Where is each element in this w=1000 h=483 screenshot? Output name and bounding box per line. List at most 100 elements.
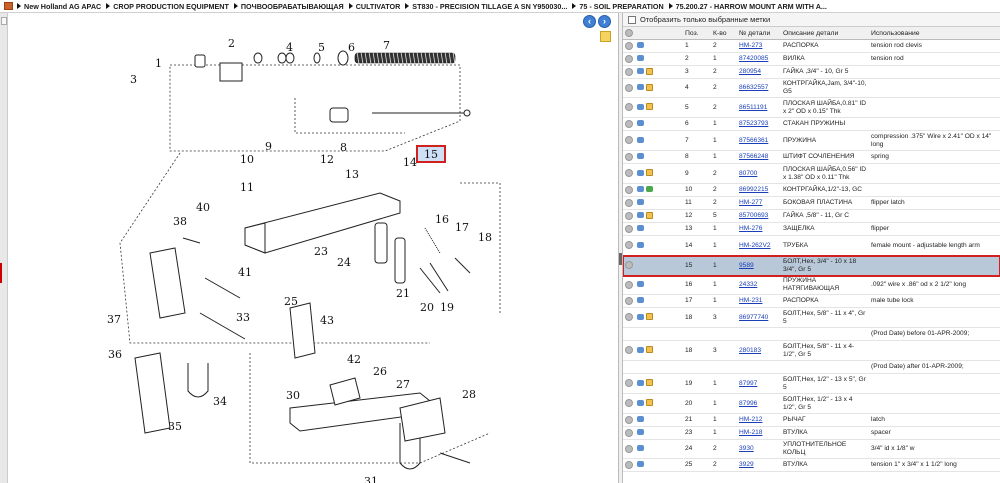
callout-label-1[interactable]: 1 xyxy=(155,57,162,70)
return-arrow-icon[interactable] xyxy=(637,136,644,143)
part-number-link[interactable]: 86992215 xyxy=(739,186,768,193)
callout-label-2[interactable]: 2 xyxy=(228,37,235,50)
select-circle-icon[interactable] xyxy=(625,415,633,424)
table-row[interactable]: 9 2 80700 ПЛОСКАЯ ШАЙБА,0.56" ID x 1.38" OD… xyxy=(623,163,1000,184)
row-select-cell[interactable] xyxy=(623,52,635,66)
package-icon[interactable] xyxy=(646,169,653,177)
column-header[interactable]: Поз. xyxy=(683,27,711,40)
part-number-link[interactable]: HM-262V2 xyxy=(739,242,771,249)
part-number-link[interactable]: HM-273 xyxy=(739,42,762,49)
select-circle-icon[interactable] xyxy=(625,198,633,207)
select-circle-icon[interactable] xyxy=(625,83,633,92)
part-number-link[interactable]: 87420085 xyxy=(739,55,768,62)
table-row[interactable]: 23 1 HM-218 ВТУЛКА spacer xyxy=(623,426,1000,440)
row-select-cell[interactable] xyxy=(623,39,635,53)
callout-label-9[interactable]: 9 xyxy=(265,140,272,153)
return-arrow-icon[interactable] xyxy=(637,169,644,176)
select-circle-icon[interactable] xyxy=(625,399,633,408)
select-circle-icon[interactable] xyxy=(625,185,633,194)
return-arrow-icon[interactable] xyxy=(637,379,644,386)
select-circle-icon[interactable] xyxy=(625,211,633,220)
table-row[interactable]: 11 2 HM-277 БОКОВАЯ ПЛАСТИНА flipper latch xyxy=(623,196,1000,210)
callout-label-25[interactable]: 25 xyxy=(284,295,298,308)
row-select-cell[interactable] xyxy=(623,78,635,98)
parts-diagram[interactable]: 1234 5 6 7891011121314161718192021232425262… xyxy=(0,13,618,483)
table-row[interactable]: 24 2 3930 УПЛОТНИТЕЛЬНОЕ КОЛЬЦ 3/4" id x 1/8… xyxy=(623,439,1000,459)
callout-label-26[interactable]: 26 xyxy=(373,365,387,378)
breadcrumb-item[interactable]: 75 - SOIL PREPARATION xyxy=(572,2,664,11)
part-number-link[interactable]: 9589 xyxy=(739,262,754,269)
select-circle-icon[interactable] xyxy=(625,103,633,112)
settings-icon[interactable] xyxy=(625,29,633,37)
callout-label-20[interactable]: 20 xyxy=(420,301,434,314)
return-arrow-icon[interactable] xyxy=(637,68,644,75)
table-row[interactable]: 13 1 HM-276 ЗАЩЕЛКА flipper xyxy=(623,222,1000,236)
return-arrow-icon[interactable] xyxy=(637,103,644,110)
part-number-link[interactable]: 280183 xyxy=(739,347,761,354)
table-row[interactable]: (Prod Date) before 01-APR-2009; xyxy=(623,327,1000,341)
callout-label-41[interactable]: 41 xyxy=(238,266,252,279)
part-number-link[interactable]: HM-218 xyxy=(739,429,762,436)
callout-label-6[interactable]: 6 xyxy=(348,41,355,54)
callout-label-11[interactable]: 11 xyxy=(240,181,254,194)
table-row[interactable]: 25 2 3929 ВТУЛКА tension 1" x 3/4" x 1 1/2" … xyxy=(623,458,1000,472)
callout-label-18[interactable]: 18 xyxy=(478,231,492,244)
return-arrow-icon[interactable] xyxy=(637,120,644,127)
row-select-cell[interactable] xyxy=(623,117,635,131)
select-circle-icon[interactable] xyxy=(625,280,633,289)
part-number-link[interactable]: 86977740 xyxy=(739,314,768,321)
row-select-cell[interactable] xyxy=(623,183,635,197)
select-circle-icon[interactable] xyxy=(625,379,633,388)
table-row[interactable]: (Prod Date) after 01-APR-2009; xyxy=(623,360,1000,374)
breadcrumb-item[interactable]: CROP PRODUCTION EQUIPMENT xyxy=(106,2,229,11)
row-select-cell[interactable] xyxy=(623,196,635,210)
part-number-link[interactable]: HM-277 xyxy=(739,199,762,206)
row-select-cell[interactable] xyxy=(623,307,635,328)
return-arrow-icon[interactable] xyxy=(637,399,644,406)
callout-label-5[interactable]: 5 xyxy=(318,41,325,54)
table-row[interactable]: 20 1 87996 БОЛТ,Hex, 1/2" - 13 x 4 1/2", Gr… xyxy=(623,393,1000,414)
package-icon[interactable] xyxy=(646,83,653,91)
callout-label-4[interactable]: 4 xyxy=(286,41,293,54)
select-circle-icon[interactable] xyxy=(625,224,633,233)
table-row[interactable]: 6 1 87523793 СТАКАН ПРУЖИНЫ xyxy=(623,117,1000,131)
callout-label-8[interactable]: 8 xyxy=(340,141,347,154)
row-select-cell[interactable] xyxy=(623,413,635,427)
callout-label-36[interactable]: 36 xyxy=(108,348,122,361)
callout-label-21[interactable]: 21 xyxy=(396,287,410,300)
table-row[interactable]: 14 1 HM-262V2 ТРУБКА female mount - adjustab… xyxy=(623,235,1000,256)
package-icon[interactable] xyxy=(646,399,653,407)
select-circle-icon[interactable] xyxy=(625,54,633,63)
select-circle-icon[interactable] xyxy=(625,152,633,161)
callout-label-10[interactable]: 10 xyxy=(240,153,254,166)
select-circle-icon[interactable] xyxy=(625,136,633,145)
package-icon[interactable] xyxy=(646,346,653,354)
table-row[interactable]: 7 1 87566361 ПРУЖИНА compression .375" Wire … xyxy=(623,130,1000,151)
select-circle-icon[interactable] xyxy=(625,241,633,250)
callout-label-28[interactable]: 28 xyxy=(462,388,476,401)
part-number-link[interactable]: 87523793 xyxy=(739,120,768,127)
part-number-link[interactable]: 3929 xyxy=(739,461,754,468)
select-circle-icon[interactable] xyxy=(625,261,633,270)
row-select-cell[interactable] xyxy=(623,163,635,184)
table-row[interactable]: 1 2 HM-273 РАСПОРКА tension rod clevis xyxy=(623,39,1000,53)
part-number-link[interactable]: 87996 xyxy=(739,400,757,407)
callout-label-27[interactable]: 27 xyxy=(396,378,410,391)
return-arrow-icon[interactable] xyxy=(637,199,644,206)
callout-label-12[interactable]: 12 xyxy=(320,153,334,166)
row-select-cell[interactable] xyxy=(623,426,635,440)
callout-label-13[interactable]: 13 xyxy=(345,168,359,181)
row-select-cell[interactable] xyxy=(623,255,635,276)
row-select-cell[interactable] xyxy=(623,222,635,236)
table-row[interactable]: 4 2 86632557 КОНТРГАЙКА,Jam, 3/4"-10, G5 xyxy=(623,78,1000,98)
return-arrow-icon[interactable] xyxy=(637,42,644,49)
select-circle-icon[interactable] xyxy=(625,119,633,128)
callout-label-19[interactable]: 19 xyxy=(440,301,454,314)
callout-label-37[interactable]: 37 xyxy=(107,313,121,326)
breadcrumb-item[interactable]: ПОЧВООБРАБАТЫВАЮЩАЯ xyxy=(233,2,344,11)
row-select-cell[interactable] xyxy=(623,65,635,79)
row-select-cell[interactable] xyxy=(623,327,635,341)
row-select-cell[interactable] xyxy=(623,458,635,472)
part-number-link[interactable]: 87566361 xyxy=(739,137,768,144)
part-number-link[interactable]: HM-276 xyxy=(739,225,762,232)
